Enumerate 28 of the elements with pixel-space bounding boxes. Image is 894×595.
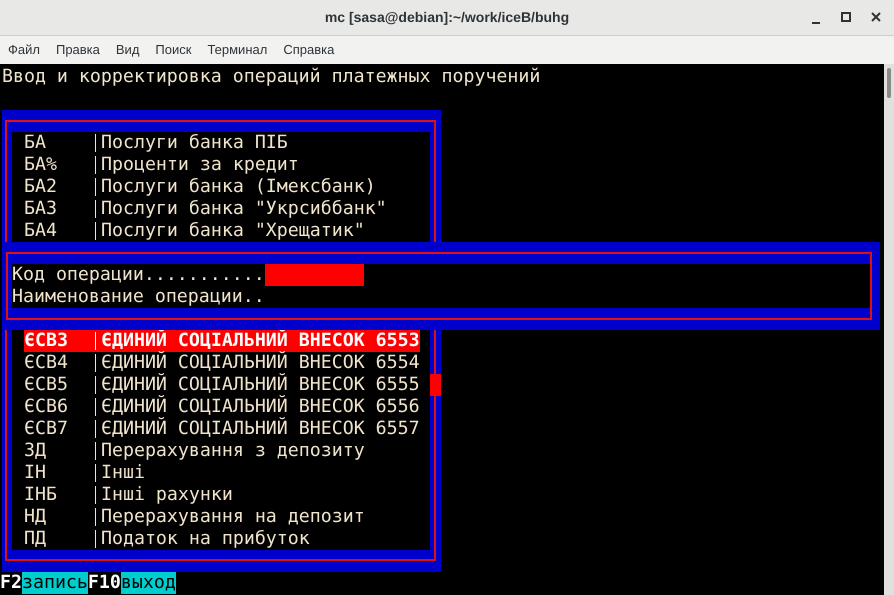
list-row[interactable]: ЄСВ5 ЄДИНИЙ СОЦІАЛЬНИЙ ВНЕСОК 6555 <box>24 374 420 396</box>
list-row[interactable]: ЄСВ3 ЄДИНИЙ СОЦІАЛЬНИЙ ВНЕСОК 6553 <box>24 330 420 352</box>
window-title: mc [sasa@debian]:~/work/iceB/buhg <box>324 8 570 27</box>
list-row[interactable]: ІН Інші <box>24 462 420 484</box>
menu-item[interactable]: Правка <box>56 40 100 60</box>
scrollbar-thumb[interactable] <box>887 68 891 98</box>
list-row[interactable]: БА3 Послуги банка "Укрсиббанк" <box>24 198 420 220</box>
field-label: Код операции........... <box>12 264 265 286</box>
list-row[interactable]: БА% Проценти за кредит <box>24 154 420 176</box>
list-row[interactable]: ЗД Перерахування з депозиту <box>24 440 420 462</box>
list-row[interactable]: ЄСВ4 ЄДИНИЙ СОЦІАЛЬНИЙ ВНЕСОК 6554 <box>24 352 420 374</box>
list-row[interactable]: ЄСВ7 ЄДИНИЙ СОЦІАЛЬНИЙ ВНЕСОК 6557 <box>24 418 420 440</box>
list-row[interactable]: ПД Податок на прибуток <box>24 528 420 550</box>
menu-item[interactable]: Файл <box>8 40 40 60</box>
list-row[interactable]: ЄСВ6 ЄДИНИЙ СОЦІАЛЬНИЙ ВНЕСОК 6556 <box>24 396 420 418</box>
input-field[interactable] <box>264 264 364 286</box>
scroll-marker <box>430 374 441 396</box>
menu-item[interactable]: Справка <box>283 40 334 60</box>
list-row[interactable]: БА4 Послуги банка "Хрещатик" <box>24 220 420 242</box>
menu-item[interactable]: Терминал <box>207 40 268 60</box>
list-row[interactable]: НД Перерахування на депозит <box>24 506 420 528</box>
field-label: Наименование операции.. <box>12 286 265 308</box>
menu-item[interactable]: Поиск <box>155 40 192 60</box>
list-row[interactable]: БА2 Послуги банка (Імексбанк) <box>24 176 420 198</box>
menu-item[interactable]: Вид <box>116 40 140 60</box>
screen-title: Ввод и корректировка операций платежных поручений <box>2 66 540 88</box>
list-row[interactable]: ІНБ Інші рахунки <box>24 484 420 506</box>
list-row[interactable]: БА Послуги банка ПІБ <box>24 132 420 154</box>
